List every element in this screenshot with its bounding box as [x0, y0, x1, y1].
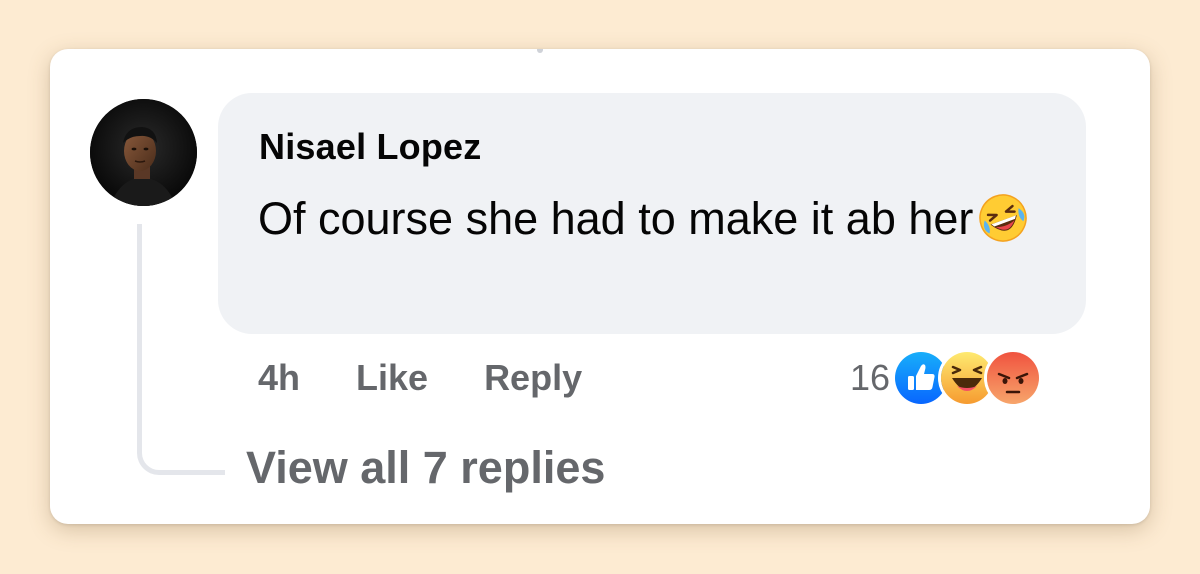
reaction-icons: [892, 349, 1043, 407]
comment-author[interactable]: Nisael Lopez: [259, 126, 481, 168]
comment-bubble: Nisael Lopez Of course she had to make i…: [218, 93, 1086, 334]
thread-connector-dot: [537, 49, 543, 53]
user-avatar-photo-icon: [90, 99, 197, 206]
avatar[interactable]: [90, 99, 197, 206]
like-button[interactable]: Like: [356, 357, 428, 399]
view-all-replies-link[interactable]: View all 7 replies: [246, 442, 605, 494]
comment-timestamp[interactable]: 4h: [258, 357, 300, 399]
reactions-summary[interactable]: 16: [850, 349, 1043, 407]
rolling-on-floor-laughing-emoji-icon: [977, 192, 1029, 244]
comment-actions: 4h Like Reply: [258, 353, 582, 403]
reply-thread-line: [137, 224, 225, 475]
angry-reaction-icon: [984, 349, 1043, 407]
comment-card: Nisael Lopez Of course she had to make i…: [50, 49, 1150, 524]
comment-text: Of course she had to make it ab her: [258, 186, 1038, 252]
reply-button[interactable]: Reply: [484, 357, 582, 399]
reaction-count: 16: [850, 357, 891, 398]
comment-text-content: Of course she had to make it ab her: [258, 193, 974, 244]
